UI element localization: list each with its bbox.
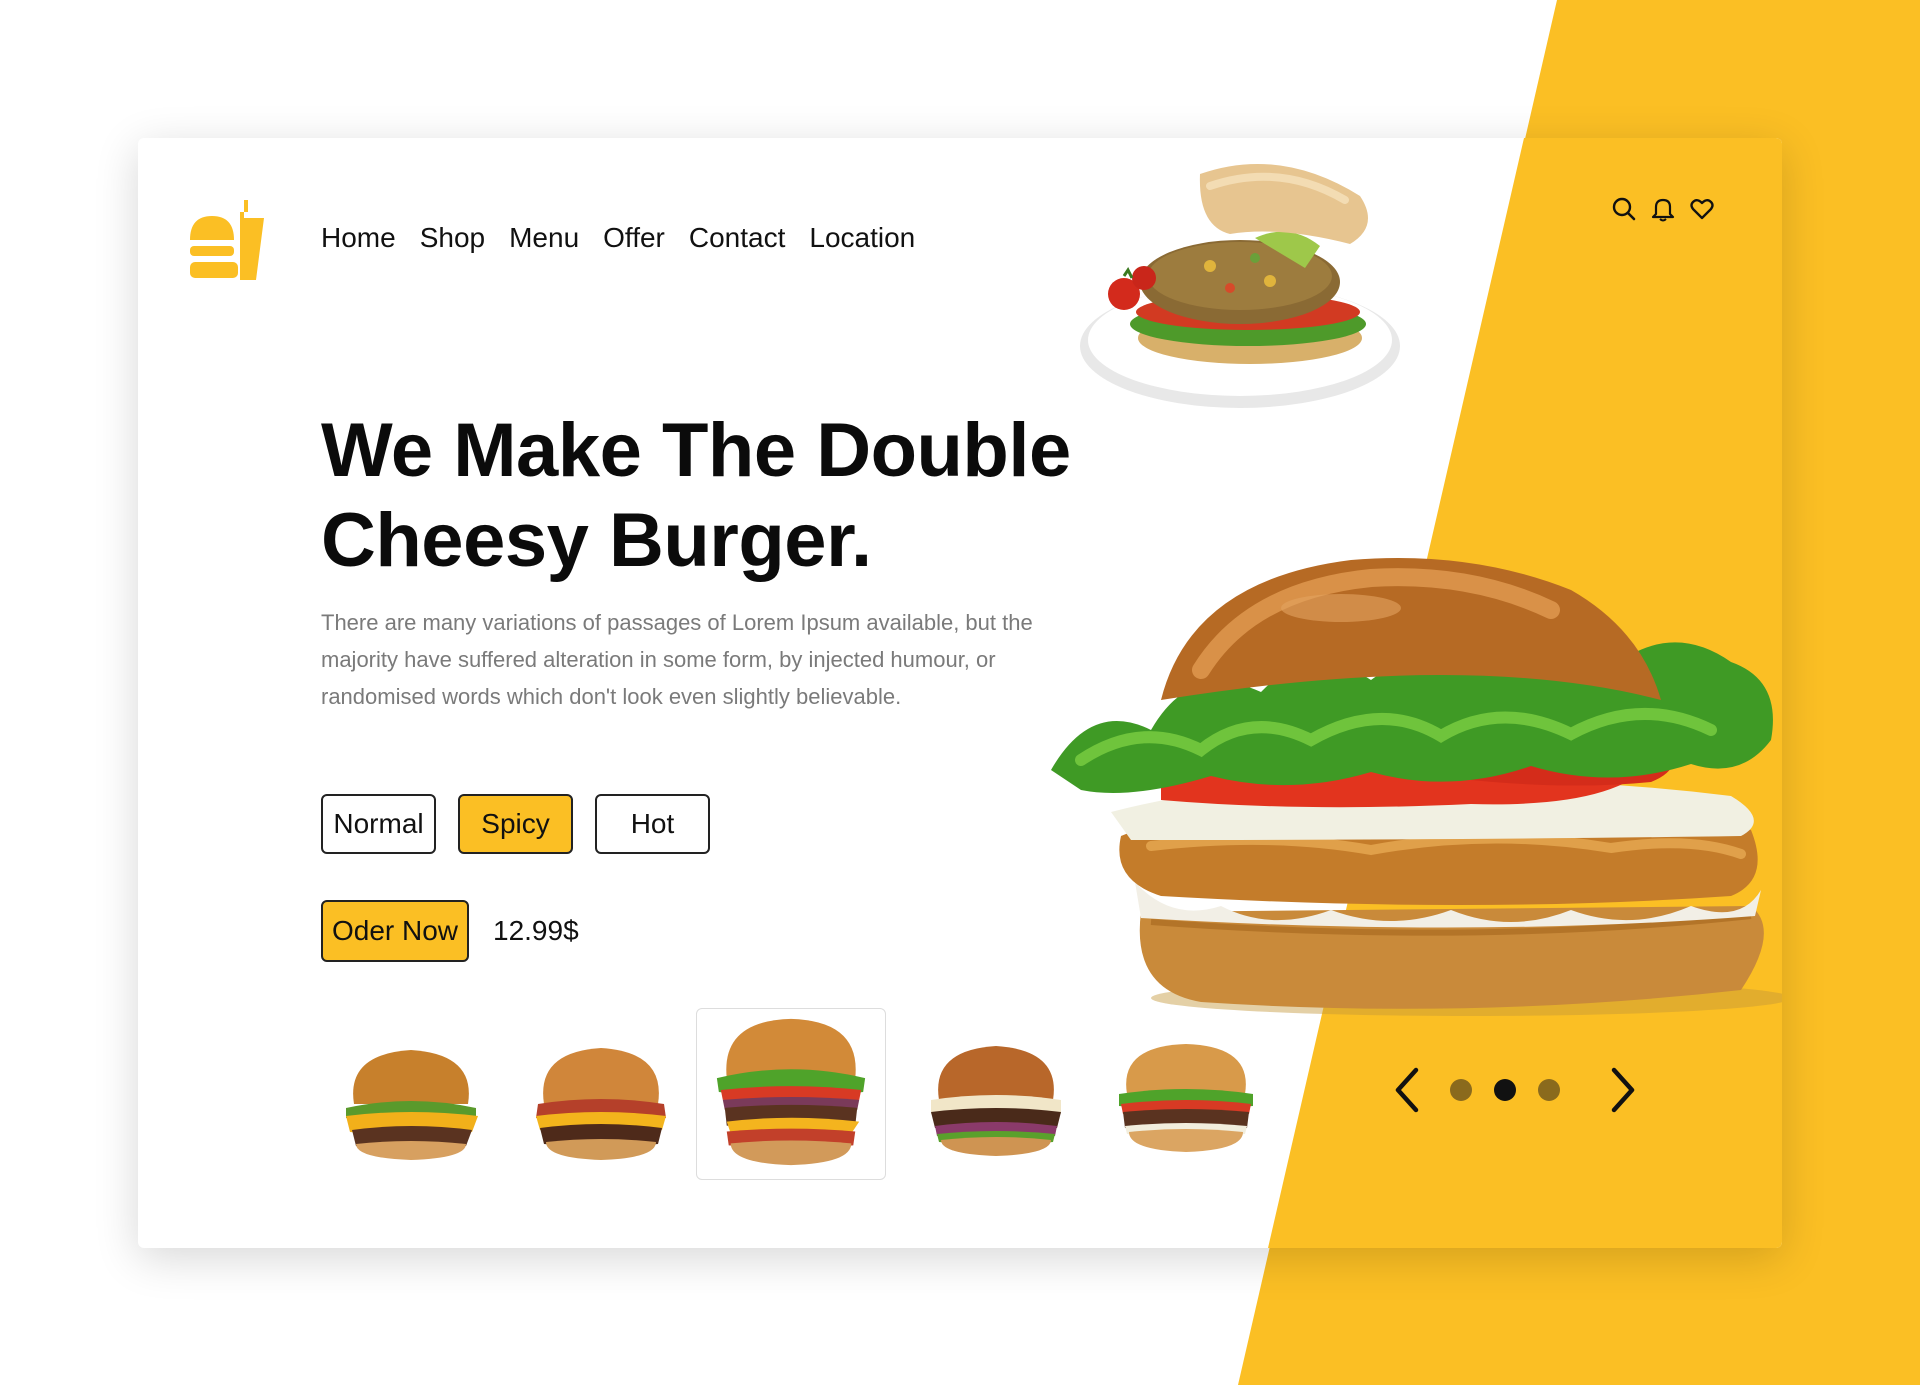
variant-spicy-button[interactable]: Spicy bbox=[458, 794, 573, 854]
gallery-thumb-5[interactable] bbox=[1091, 1008, 1281, 1180]
hero-title-line-2: Cheesy Burger. bbox=[321, 498, 872, 583]
pager-dots bbox=[1450, 1079, 1560, 1101]
pager-dot-2[interactable] bbox=[1494, 1079, 1516, 1101]
gallery-thumb-3[interactable] bbox=[696, 1008, 886, 1180]
main-nav: Home Shop Menu Offer Contact Location bbox=[321, 222, 915, 254]
spice-level-options: Normal Spicy Hot bbox=[321, 794, 710, 854]
hero-description: There are many variations of passages of… bbox=[321, 610, 1033, 709]
hero-title: We Make The Double Cheesy Burger. bbox=[321, 406, 1141, 586]
bell-icon[interactable] bbox=[1650, 196, 1676, 222]
chevron-right-icon[interactable] bbox=[1602, 1064, 1642, 1116]
burger-gallery bbox=[316, 1008, 1406, 1183]
veggie-burger-plate-image bbox=[1080, 163, 1400, 408]
burger-thumb-image bbox=[716, 1018, 866, 1166]
gallery-pager bbox=[1388, 1064, 1642, 1116]
order-now-button[interactable]: Oder Now bbox=[321, 900, 469, 962]
gallery-thumb-1[interactable] bbox=[316, 1008, 506, 1180]
pager-dot-3[interactable] bbox=[1538, 1079, 1560, 1101]
chevron-left-icon[interactable] bbox=[1388, 1064, 1428, 1116]
gallery-thumb-2[interactable] bbox=[506, 1008, 696, 1180]
nav-shop[interactable]: Shop bbox=[420, 222, 485, 254]
burger-thumb-image bbox=[536, 1048, 666, 1160]
nav-home[interactable]: Home bbox=[321, 222, 396, 254]
hero-title-line-1: We Make The Double bbox=[321, 408, 1071, 493]
pager-dot-1[interactable] bbox=[1450, 1079, 1472, 1101]
nav-location[interactable]: Location bbox=[809, 222, 915, 254]
nav-contact[interactable]: Contact bbox=[689, 222, 786, 254]
hero-card: Home Shop Menu Offer Contact Location We… bbox=[138, 138, 1782, 1248]
nav-menu[interactable]: Menu bbox=[509, 222, 579, 254]
burger-thumb-image bbox=[346, 1050, 478, 1160]
burger-thumb-image bbox=[931, 1046, 1061, 1156]
heart-icon[interactable] bbox=[1689, 196, 1715, 222]
burger-thumb-image bbox=[1119, 1044, 1253, 1152]
header-icons bbox=[1611, 196, 1715, 222]
price-label: 12.99$ bbox=[493, 915, 579, 946]
variant-hot-button[interactable]: Hot bbox=[595, 794, 710, 854]
search-icon[interactable] bbox=[1611, 196, 1637, 222]
nav-offer[interactable]: Offer bbox=[603, 222, 665, 254]
cheesy-burger-hero-image bbox=[1051, 558, 1782, 1016]
variant-normal-button[interactable]: Normal bbox=[321, 794, 436, 854]
order-row: Oder Now 12.99$ bbox=[321, 900, 579, 962]
burger-logo-icon[interactable] bbox=[186, 198, 272, 284]
gallery-thumb-4[interactable] bbox=[901, 1008, 1091, 1180]
